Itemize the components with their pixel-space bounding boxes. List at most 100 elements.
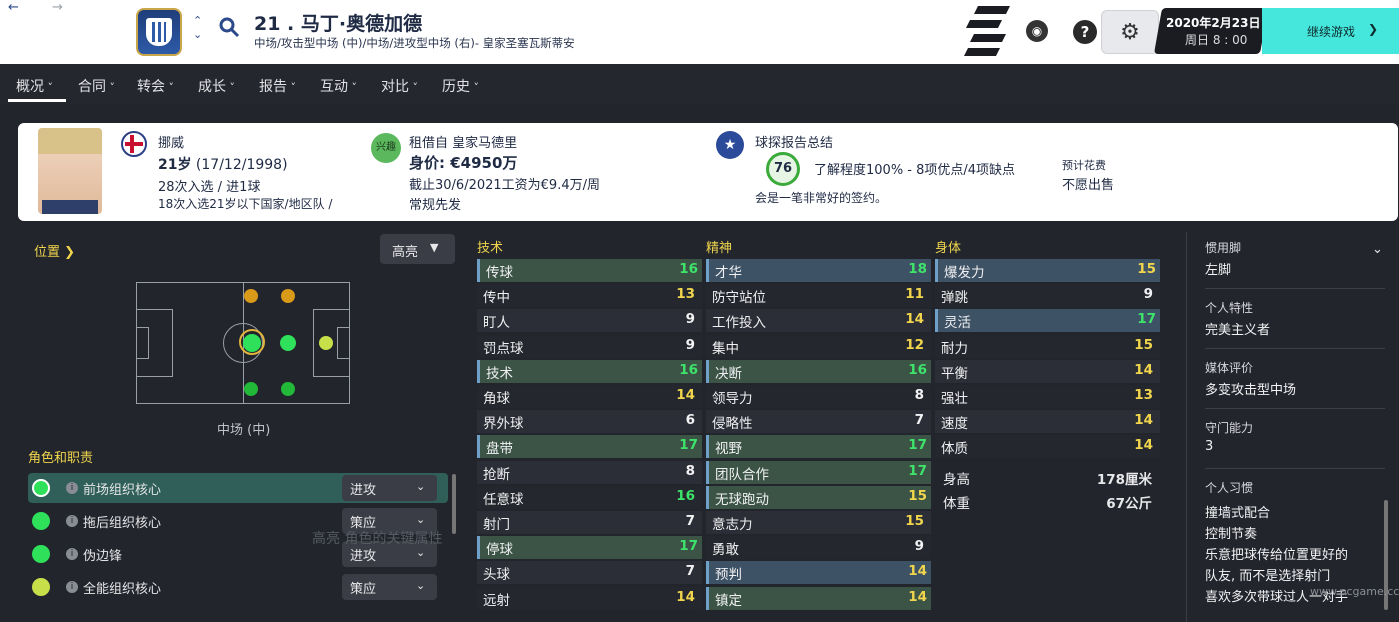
nationality[interactable]: 挪威 — [158, 132, 184, 151]
attribute-name: 强壮 — [941, 391, 968, 407]
attribute-row[interactable]: 强壮 13 — [935, 385, 1160, 408]
attribute-value: 6 — [685, 412, 695, 429]
role-name[interactable]: 拖后组织核心 — [83, 512, 161, 531]
attribute-row[interactable]: 平衡 14 — [935, 359, 1160, 383]
attribute-row[interactable]: 防守站位 11 — [706, 284, 931, 308]
attribute-row[interactable]: 罚点球 9 — [477, 334, 702, 358]
back-arrow-icon[interactable]: ← — [8, 0, 19, 15]
highlight-label[interactable]: 高亮 — [392, 241, 418, 260]
role-row[interactable]: i 前场组织核心 进攻 ⌄ — [28, 473, 448, 503]
height-label: 身高 — [943, 472, 970, 488]
chevron-down-icon[interactable]: ▼ — [430, 241, 438, 254]
duty-label[interactable]: 进攻 — [350, 479, 376, 498]
attribute-row[interactable]: 爆发力 15 — [935, 259, 1160, 282]
info-icon[interactable]: i — [66, 482, 78, 494]
info-icon[interactable]: i — [66, 581, 78, 593]
attribute-row[interactable]: 盯人 9 — [477, 309, 702, 333]
tab-7[interactable]: 历史 ˅ — [442, 76, 479, 96]
duty-dropdown[interactable]: 策应 ⌄ — [342, 574, 437, 600]
forward-arrow-icon[interactable]: → — [52, 0, 63, 15]
u21-caps: 18次入选21岁以下国家/地区队 / — [158, 197, 333, 211]
attribute-name: 工作投入 — [712, 315, 766, 332]
attribute-row[interactable]: 停球 17 — [477, 536, 702, 560]
attribute-row[interactable]: 头球 7 — [477, 561, 702, 585]
attribute-row[interactable]: 耐力 15 — [935, 334, 1160, 358]
tab-4[interactable]: 报告 ˅ — [259, 76, 296, 96]
attribute-row[interactable]: 灵活 17 — [935, 309, 1160, 333]
attribute-row[interactable]: 意志力 15 — [706, 511, 931, 534]
tab-0[interactable]: 概况 ˅ — [16, 76, 53, 96]
scout-report-title[interactable]: 球探报告总结 — [755, 132, 833, 151]
attribute-row[interactable]: 弹跳 9 — [935, 284, 1160, 308]
attribute-row[interactable]: 才华 18 — [706, 259, 931, 282]
tab-label[interactable]: 转会 — [137, 79, 165, 95]
tab-label[interactable]: 概况 — [16, 79, 44, 95]
tab-label[interactable]: 对比 — [381, 79, 409, 95]
duty-dropdown[interactable]: 进攻 ⌄ — [342, 475, 437, 501]
attribute-row[interactable]: 任意球 16 — [477, 485, 702, 509]
tab-label[interactable]: 成长 — [198, 79, 226, 95]
up-down-chevron-icon[interactable]: ⌃ ⌄ — [193, 14, 202, 42]
help-icon[interactable]: ? — [1073, 20, 1097, 44]
nation-flag-icon[interactable] — [121, 131, 147, 157]
attribute-row[interactable]: 领导力 8 — [706, 385, 931, 408]
tab-label[interactable]: 历史 — [442, 79, 470, 95]
attribute-row[interactable]: 抢断 8 — [477, 460, 702, 484]
attribute-row[interactable]: 镇定 14 — [706, 586, 931, 610]
chevron-down-icon: ˅ — [165, 81, 174, 94]
attribute-row[interactable]: 射门 7 — [477, 511, 702, 534]
tab-5[interactable]: 互动 ˅ — [320, 76, 357, 96]
chevron-right-icon[interactable]: ❯ — [1368, 22, 1378, 36]
attribute-row[interactable]: 团队合作 17 — [706, 460, 931, 484]
chevron-down-icon[interactable]: ⌄ — [1372, 242, 1383, 257]
role-row[interactable]: i 全能组织核心 策应 ⌄ — [28, 572, 448, 602]
tab-2[interactable]: 转会 ˅ — [137, 76, 174, 96]
personality-label: 个人特性 — [1205, 301, 1254, 315]
info-icon[interactable]: i — [66, 515, 78, 527]
tab-6[interactable]: 对比 ˅ — [381, 76, 418, 96]
attribute-row[interactable]: 无球跑动 15 — [706, 485, 931, 509]
globe-icon[interactable]: ◉ — [1026, 20, 1048, 42]
info-icon[interactable]: i — [66, 548, 78, 560]
loan-status[interactable]: 租借自 皇家马德里 — [409, 132, 517, 151]
scrollbar[interactable] — [452, 474, 456, 534]
attribute-row[interactable]: 速度 14 — [935, 410, 1160, 434]
attribute-row[interactable]: 角球 14 — [477, 385, 702, 408]
position-title[interactable]: 位置 ❯ — [34, 241, 75, 260]
attribute-row[interactable]: 预判 14 — [706, 561, 931, 585]
tab-label[interactable]: 报告 — [259, 79, 287, 95]
attribute-value: 9 — [685, 311, 695, 328]
attribute-value: 14 — [676, 588, 695, 605]
tab-label[interactable]: 合同 — [78, 79, 106, 95]
tab-3[interactable]: 成长 ˅ — [198, 76, 235, 96]
attribute-row[interactable]: 视野 17 — [706, 435, 931, 459]
attribute-value: 15 — [1134, 336, 1153, 353]
attribute-row[interactable]: 侵略性 7 — [706, 410, 931, 434]
attribute-row[interactable]: 勇敢 9 — [706, 536, 931, 560]
attribute-row[interactable]: 决断 16 — [706, 359, 931, 383]
continue-label[interactable]: 继续游戏 — [1307, 23, 1355, 40]
attribute-row[interactable]: 技术 16 — [477, 359, 702, 383]
duty-label[interactable]: 策应 — [350, 578, 376, 597]
attribute-value: 16 — [676, 487, 695, 504]
attribute-row[interactable]: 传球 16 — [477, 259, 702, 282]
attribute-row[interactable]: 体质 14 — [935, 435, 1160, 459]
attribute-row[interactable]: 远射 14 — [477, 586, 702, 610]
attribute-name: 侵略性 — [712, 416, 753, 433]
attribute-row[interactable]: 集中 12 — [706, 334, 931, 358]
attribute-row[interactable]: 传中 13 — [477, 284, 702, 308]
attribute-value: 14 — [1134, 361, 1153, 378]
role-name[interactable]: 全能组织核心 — [83, 578, 161, 597]
settings-button[interactable]: ⚙ — [1101, 10, 1159, 54]
attribute-row[interactable]: 工作投入 14 — [706, 309, 931, 333]
role-name[interactable]: 前场组织核心 — [83, 479, 161, 498]
attribute-row[interactable]: 盘带 17 — [477, 435, 702, 459]
attribute-row[interactable]: 界外球 6 — [477, 410, 702, 434]
attribute-name: 才华 — [715, 265, 742, 281]
role-name[interactable]: 伪边锋 — [83, 545, 122, 564]
attribute-value: 17 — [908, 437, 927, 454]
tab-label[interactable]: 互动 — [320, 79, 348, 95]
search-icon[interactable] — [218, 16, 240, 38]
tab-1[interactable]: 合同 ˅ — [78, 76, 115, 96]
attribute-value: 12 — [905, 336, 924, 353]
